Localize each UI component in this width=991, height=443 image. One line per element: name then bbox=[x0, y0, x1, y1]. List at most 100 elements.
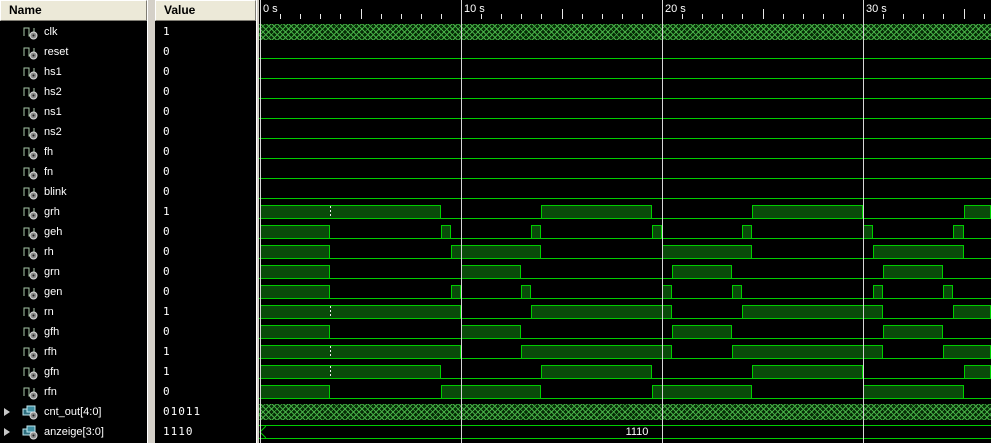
signal-row-ns1[interactable]: ns1 bbox=[0, 102, 147, 122]
signal-value-row-blink: 0 bbox=[155, 182, 256, 202]
wave-row-ns1[interactable] bbox=[259, 102, 991, 122]
wave-row-fn[interactable] bbox=[259, 162, 991, 182]
signal-name-label[interactable]: fh bbox=[44, 142, 53, 162]
signal-name-label[interactable]: cnt_out[4:0] bbox=[44, 402, 102, 422]
signal-row-fn[interactable]: fn bbox=[0, 162, 147, 182]
signal-row-rfn[interactable]: rfn bbox=[0, 382, 147, 402]
low-baseline bbox=[259, 338, 991, 339]
signal-value-row-geh: 0 bbox=[155, 222, 256, 242]
signal-row-rn[interactable]: rn bbox=[0, 302, 147, 322]
wave-row-reset[interactable] bbox=[259, 42, 991, 62]
signal-value-row-cnt-out-4-0: 01011 bbox=[155, 402, 256, 422]
signal-name-label[interactable]: gen bbox=[44, 282, 62, 302]
time-cursor[interactable] bbox=[330, 366, 331, 378]
wave-row-geh[interactable] bbox=[259, 222, 991, 242]
signal-row-gfh[interactable]: gfh bbox=[0, 322, 147, 342]
wave-row-gfh[interactable] bbox=[259, 322, 991, 342]
wave-row-gfn[interactable] bbox=[259, 362, 991, 382]
signal-row-cnt-out-4-0[interactable]: cnt_out[4:0] bbox=[0, 402, 147, 422]
signal-row-blink[interactable]: blink bbox=[0, 182, 147, 202]
signal-row-grn[interactable]: grn bbox=[0, 262, 147, 282]
wave-row-grn[interactable] bbox=[259, 262, 991, 282]
wave-row-rh[interactable] bbox=[259, 242, 991, 262]
high-segment bbox=[953, 305, 991, 318]
signal-row-clk[interactable]: clk bbox=[0, 22, 147, 42]
signal-row-gen[interactable]: gen bbox=[0, 282, 147, 302]
wave-row-rn[interactable] bbox=[259, 302, 991, 322]
signal-row-grh[interactable]: grh bbox=[0, 202, 147, 222]
signal-name-label[interactable]: rfh bbox=[44, 342, 57, 362]
signal-name-label[interactable]: gfh bbox=[44, 322, 59, 342]
expand-arrow-icon[interactable] bbox=[4, 408, 10, 416]
expand-arrow-icon[interactable] bbox=[4, 428, 10, 436]
time-cursor[interactable] bbox=[330, 206, 331, 218]
signal-value-row-gfn: 1 bbox=[155, 362, 256, 382]
signal-row-reset[interactable]: reset bbox=[0, 42, 147, 62]
ruler-tick-small bbox=[984, 14, 985, 19]
wave-row-hs2[interactable] bbox=[259, 82, 991, 102]
ruler-tick-small bbox=[401, 14, 402, 19]
low-baseline bbox=[259, 378, 991, 379]
wave-row-fh[interactable] bbox=[259, 142, 991, 162]
wave-row-anzeige-3-0[interactable]: 1110 bbox=[259, 422, 991, 442]
time-label: 0 s bbox=[263, 3, 278, 15]
signal-name-label[interactable]: fn bbox=[44, 162, 53, 182]
signal-row-rh[interactable]: rh bbox=[0, 242, 147, 262]
bus-activity-wave bbox=[259, 404, 991, 420]
signal-name-label[interactable]: rn bbox=[44, 302, 54, 322]
signal-name-label[interactable]: clk bbox=[44, 22, 57, 42]
signal-value: 0 bbox=[163, 285, 171, 298]
signal-row-fh[interactable]: fh bbox=[0, 142, 147, 162]
signal-value-row-anzeige-3-0: 1110 bbox=[155, 422, 256, 442]
signal-name-label[interactable]: geh bbox=[44, 222, 62, 242]
signal-name-label[interactable]: grh bbox=[44, 202, 60, 222]
time-cursor[interactable] bbox=[330, 346, 331, 358]
name-column-header[interactable]: Name bbox=[0, 0, 147, 21]
signal-name-label[interactable]: grn bbox=[44, 262, 60, 282]
high-segment bbox=[732, 285, 742, 298]
wave-row-grh[interactable] bbox=[259, 202, 991, 222]
signal-value-row-grh: 1 bbox=[155, 202, 256, 222]
ruler-tick-small bbox=[582, 14, 583, 19]
signal-bit-icon bbox=[22, 64, 38, 80]
signal-name-label[interactable]: gfn bbox=[44, 362, 59, 382]
signal-row-hs1[interactable]: hs1 bbox=[0, 62, 147, 82]
wave-row-blink[interactable] bbox=[259, 182, 991, 202]
value-column-header[interactable]: Value bbox=[155, 0, 256, 21]
wave-row-rfn[interactable] bbox=[259, 382, 991, 402]
wave-row-gen[interactable] bbox=[259, 282, 991, 302]
waveform-area[interactable]: 0 s 10 s 20 s 30 s 1110 bbox=[259, 0, 991, 443]
time-cursor[interactable] bbox=[330, 306, 331, 318]
signal-name-label[interactable]: anzeige[3:0] bbox=[44, 422, 104, 442]
signal-row-hs2[interactable]: hs2 bbox=[0, 82, 147, 102]
high-segment bbox=[873, 285, 883, 298]
signal-name-label[interactable]: hs2 bbox=[44, 82, 62, 102]
signal-name-label[interactable]: rh bbox=[44, 242, 54, 262]
signal-name-label[interactable]: ns2 bbox=[44, 122, 62, 142]
high-segment bbox=[521, 285, 531, 298]
signal-name-label[interactable]: reset bbox=[44, 42, 68, 62]
signal-name-label[interactable]: hs1 bbox=[44, 62, 62, 82]
ruler-tick-small bbox=[441, 14, 442, 19]
signal-name-label[interactable]: ns1 bbox=[44, 102, 62, 122]
signal-row-anzeige-3-0[interactable]: anzeige[3:0] bbox=[0, 422, 147, 442]
signal-bit-icon bbox=[22, 284, 38, 300]
signal-row-gfn[interactable]: gfn bbox=[0, 362, 147, 382]
wave-row-clk[interactable] bbox=[259, 22, 991, 42]
signal-row-rfh[interactable]: rfh bbox=[0, 342, 147, 362]
signal-row-geh[interactable]: geh bbox=[0, 222, 147, 242]
panel-splitter[interactable] bbox=[147, 0, 155, 443]
high-segment bbox=[531, 225, 541, 238]
wave-row-ns2[interactable] bbox=[259, 122, 991, 142]
signal-bit-icon bbox=[22, 84, 38, 100]
wave-row-cnt-out-4-0[interactable] bbox=[259, 402, 991, 422]
signal-value-row-ns2: 0 bbox=[155, 122, 256, 142]
high-segment bbox=[541, 205, 652, 218]
signal-row-ns2[interactable]: ns2 bbox=[0, 122, 147, 142]
signal-name-label[interactable]: blink bbox=[44, 182, 67, 202]
wave-row-hs1[interactable] bbox=[259, 62, 991, 82]
bus-value-label: 1110 bbox=[625, 426, 649, 438]
signal-name-label[interactable]: rfn bbox=[44, 382, 57, 402]
signal-bit-icon bbox=[22, 324, 38, 340]
wave-row-rfh[interactable] bbox=[259, 342, 991, 362]
